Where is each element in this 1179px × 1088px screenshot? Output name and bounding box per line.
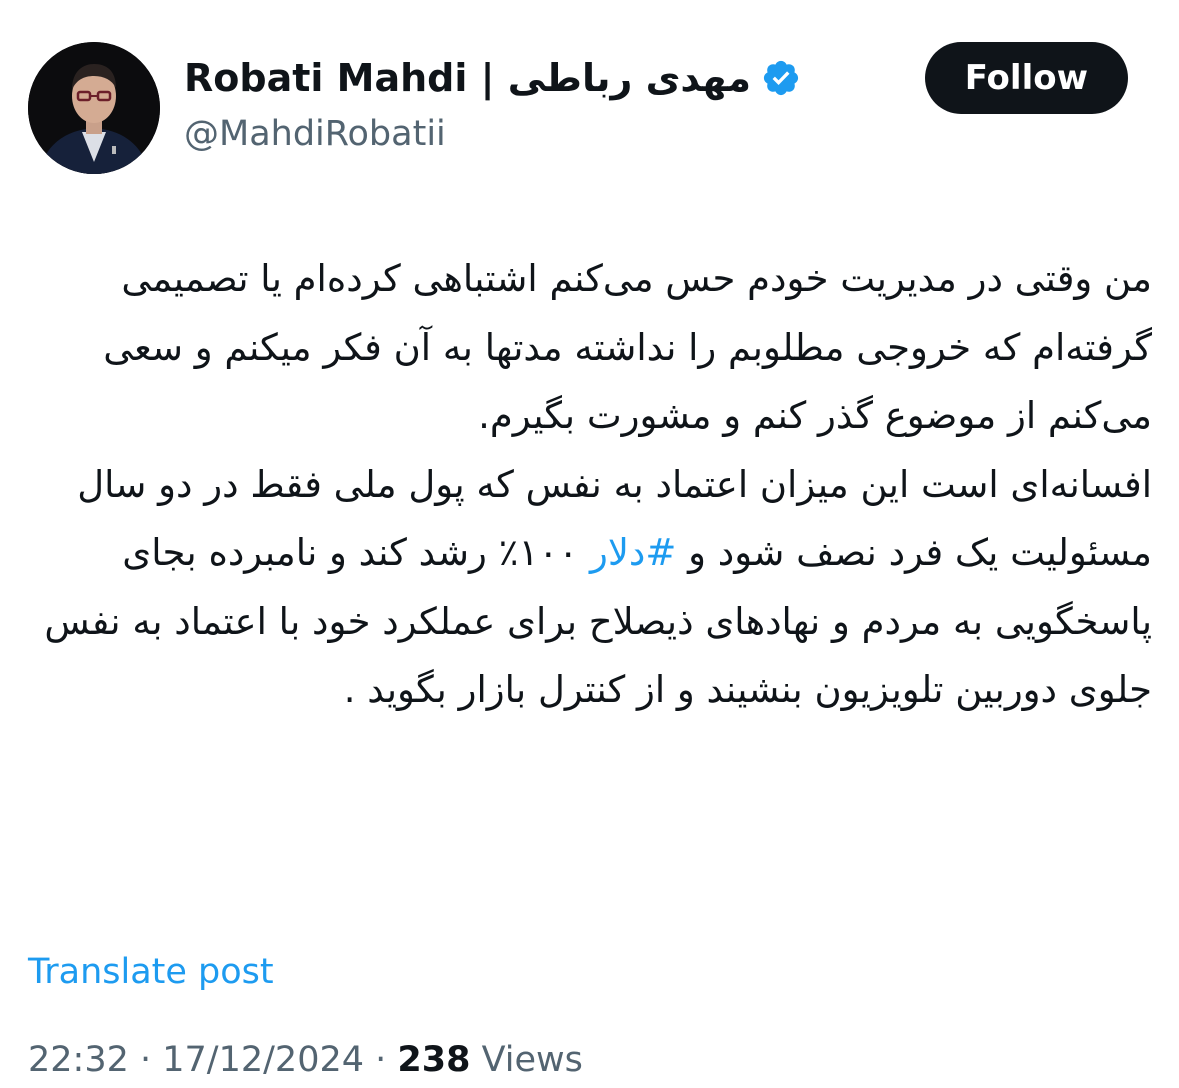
tweet-header: Robati Mahdi | مهدی رباطی @MahdiRobatii … (28, 38, 1152, 174)
meta-separator: · (364, 1040, 398, 1080)
tweet-paragraph-2: افسانه‌ای است این میزان اعتماد به نفس که… (28, 451, 1152, 725)
tweet-meta: 22:32 · 17/12/2024 · 238 Views (28, 1036, 583, 1084)
tweet-paragraph-1: من وقتی در مدیریت خودم حس می‌کنم اشتباهی… (103, 257, 1152, 437)
hashtag-link[interactable]: #دلار (590, 531, 676, 574)
display-name[interactable]: Robati Mahdi | مهدی رباطی (184, 52, 751, 104)
avatar-photo (28, 42, 160, 174)
translate-post-link[interactable]: Translate post (28, 948, 274, 996)
avatar[interactable] (28, 42, 160, 174)
meta-separator: · (128, 1040, 163, 1080)
views-label: Views (470, 1040, 583, 1080)
profile-names: Robati Mahdi | مهدی رباطی @MahdiRobatii (184, 52, 801, 158)
display-name-row: Robati Mahdi | مهدی رباطی (184, 52, 801, 104)
tweet-text: من وقتی در مدیریت خودم حس می‌کنم اشتباهی… (28, 245, 1152, 725)
follow-button[interactable]: Follow (924, 42, 1128, 114)
user-handle[interactable]: @MahdiRobatii (184, 110, 801, 158)
tweet-date[interactable]: 17/12/2024 (162, 1040, 364, 1080)
tweet-time[interactable]: 22:32 (28, 1040, 129, 1080)
verified-badge-icon (761, 58, 801, 98)
views-count: 238 (397, 1040, 471, 1080)
